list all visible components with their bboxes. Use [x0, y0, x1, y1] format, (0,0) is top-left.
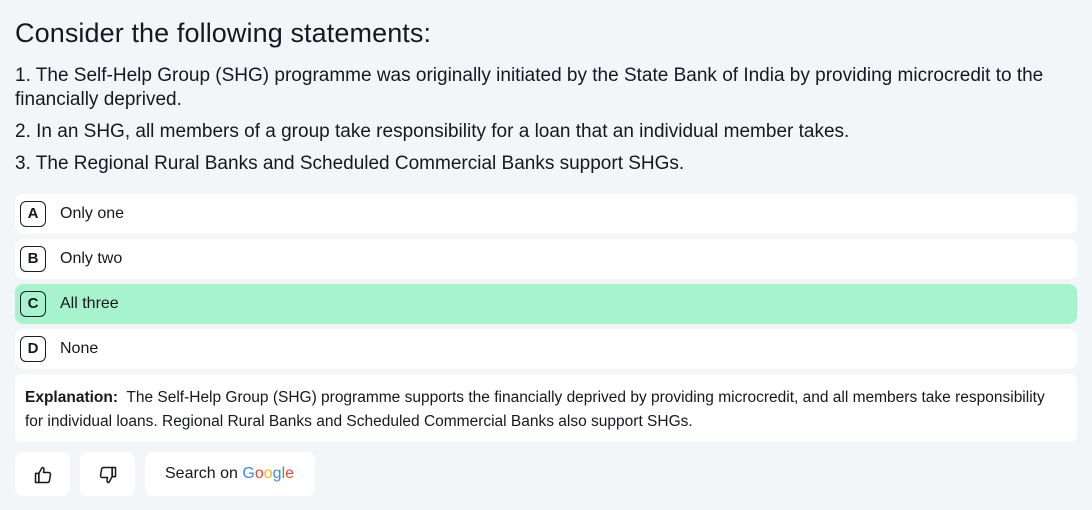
option-c[interactable]: C All three: [15, 284, 1077, 324]
search-prefix: Search on: [165, 465, 243, 482]
explanation-box: Explanation: The Self-Help Group (SHG) p…: [15, 374, 1077, 442]
google-letter: e: [285, 465, 295, 482]
google-letter: o: [263, 465, 273, 482]
thumbs-down-icon: [99, 466, 117, 484]
explanation-heading: Explanation:: [25, 389, 119, 406]
option-b[interactable]: B Only two: [15, 239, 1077, 279]
question-title: Consider the following statements:: [15, 18, 432, 48]
statement-2: 2. In an SHG, all members of a group tak…: [15, 121, 850, 142]
option-c-letter: C: [20, 291, 46, 317]
explanation-text: The Self-Help Group (SHG) programme supp…: [25, 389, 1045, 430]
thumbs-up-icon: [34, 466, 52, 484]
thumbs-up-button[interactable]: [15, 452, 70, 496]
option-a-letter: A: [20, 201, 46, 227]
google-letter: g: [272, 465, 282, 482]
option-b-letter: B: [20, 246, 46, 272]
option-d-letter: D: [20, 336, 46, 362]
statement-1: 1. The Self-Help Group (SHG) programme w…: [15, 65, 1044, 110]
option-c-label: All three: [60, 295, 119, 312]
google-wordmark: Google: [242, 465, 294, 482]
thumbs-down-button[interactable]: [80, 452, 135, 496]
search-on-google-label: Search on Google: [165, 452, 294, 496]
option-a-label: Only one: [60, 205, 125, 222]
statements-list: 1. The Self-Help Group (SHG) programme w…: [15, 64, 1080, 176]
google-letter: G: [242, 465, 255, 482]
option-d[interactable]: D None: [15, 329, 1077, 369]
statement-3: 3. The Regional Rural Banks and Schedule…: [15, 153, 685, 174]
google-letter: o: [254, 465, 264, 482]
option-a[interactable]: A Only one: [15, 194, 1077, 234]
option-b-label: Only two: [60, 250, 123, 267]
search-on-google-button[interactable]: Search on Google: [145, 452, 315, 496]
option-d-label: None: [60, 340, 99, 357]
